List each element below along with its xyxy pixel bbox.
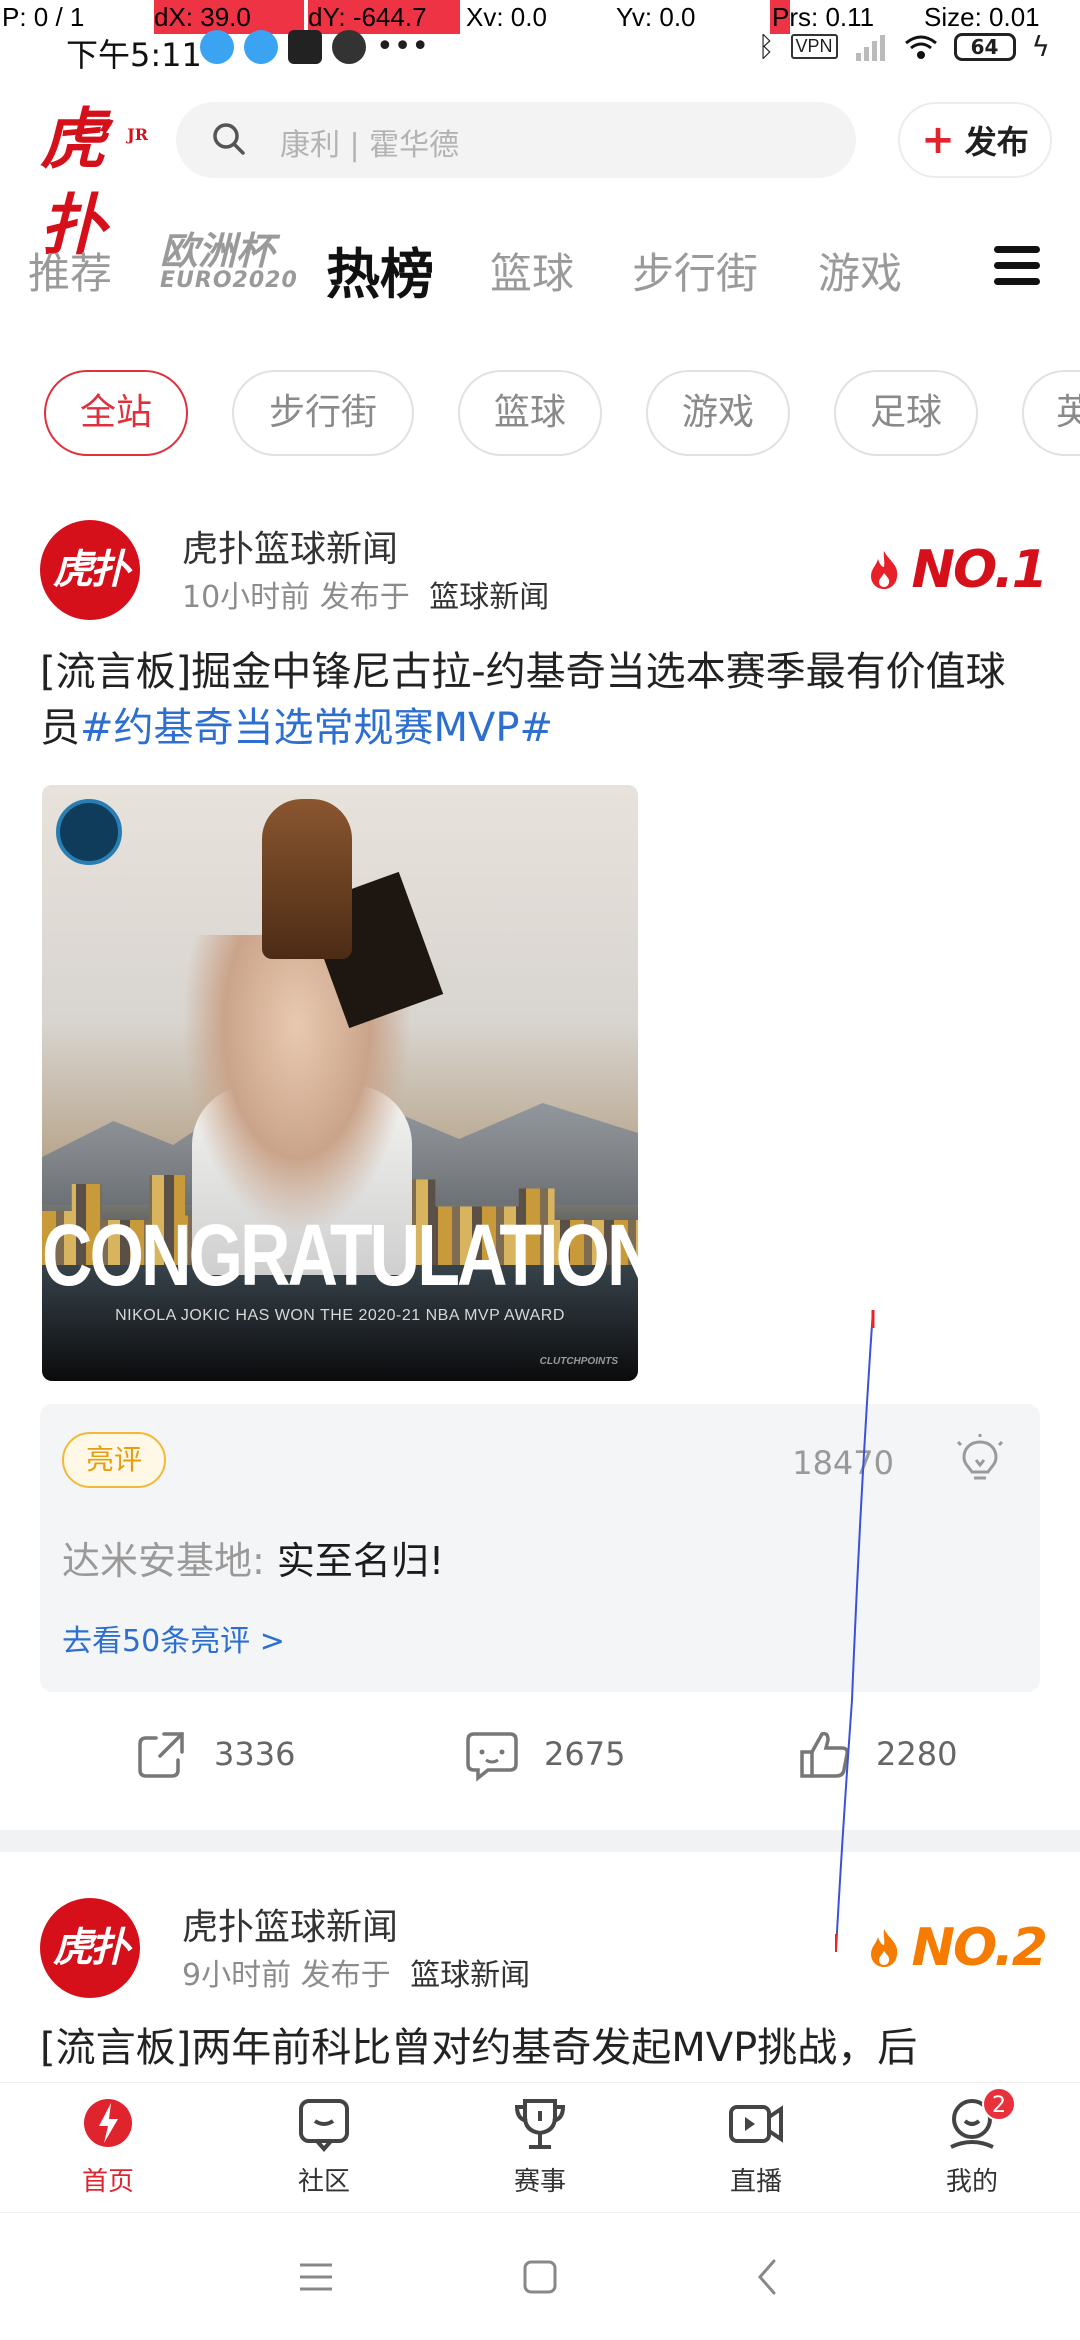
post-divider [0,1830,1080,1852]
system-nav-bar [0,2212,1080,2340]
live-video-icon [729,2105,783,2143]
image-headline: CONGRATULATIONS [42,1206,638,1304]
highlight-review[interactable]: 亮评 18470 达米安基地: 实至名归! 去看50条亮评 > [40,1404,1040,1692]
rank-badge: NO.1 [867,540,1048,600]
community-icon [299,2099,349,2153]
highlight-tag: 亮评 [62,1432,166,1488]
author-avatar[interactable]: 虎扑 [40,520,140,620]
back-icon[interactable] [748,2257,788,2297]
published-in: 发布于 [319,580,410,615]
comment-count: 2675 [544,1735,626,1773]
nav-community[interactable]: 社区 [254,2093,394,2198]
post-title[interactable]: [流言板]两年前科比曾对约基奇发起MVP挑战，后 [40,2020,1040,2082]
recent-apps-icon[interactable] [296,2257,336,2297]
trophy-shape [262,799,352,959]
notification-badge: 2 [982,2087,1016,2121]
home-square-icon[interactable] [520,2257,560,2297]
nav-home[interactable]: 首页 [38,2093,178,2198]
thumbs-up-icon [800,1731,849,1778]
share-icon [138,1732,184,1778]
image-subline: NIKOLA JOKIC HAS WON THE 2020-21 NBA MVP… [115,1307,565,1324]
rank-number: NO.2 [911,1918,1048,1978]
post-title[interactable]: [流言板]掘金中锋尼古拉-约基奇当选本赛季最有价值球员#约基奇当选常规赛MVP# [40,644,1040,756]
comment-icon [466,1732,518,1782]
rank-number: NO.1 [911,540,1048,600]
post-meta: 10小时前 发布于 篮球新闻 [182,572,549,616]
rank-badge: NO.2 [867,1918,1048,1978]
review-username[interactable]: 达米安基地: [62,1539,265,1583]
home-bolt-icon [84,2099,132,2147]
flame-icon [871,551,898,589]
published-in: 发布于 [300,1958,391,1993]
share-count: 3336 [214,1735,296,1773]
trophy-icon [514,2099,566,2149]
like-count: 2280 [876,1735,958,1773]
post-time: 10小时前 [182,580,311,615]
review-text: 达米安基地: 实至名归! [62,1530,444,1585]
post-image[interactable]: CONGRATULATIONS NIKOLA JOKIC HAS WON THE… [42,785,638,1381]
post-board[interactable]: 篮球新闻 [410,1958,530,1993]
view-more-reviews-link[interactable]: 去看50条亮评 > [62,1616,285,1660]
lightbulb-icon[interactable] [950,1432,1010,1492]
post-card[interactable]: 虎扑 虎扑篮球新闻 10小时前 发布于 篮球新闻 NO.1 [流言板]掘金中锋尼… [0,0,1080,1830]
post-time: 9小时前 [182,1958,292,1993]
comment-button[interactable]: 2675 [464,1726,625,1782]
author-avatar[interactable]: 虎扑 [40,1898,140,1998]
author-name[interactable]: 虎扑篮球新闻 [182,1898,398,1950]
post-actions: 3336 2675 2280 [0,1726,1080,1796]
bottom-nav: 首页 社区 赛事 直播 2 我的 [0,2082,1080,2212]
post-board[interactable]: 篮球新闻 [429,580,549,615]
post-meta: 9小时前 发布于 篮球新闻 [182,1950,530,1994]
image-watermark: CLUTCHPOINTS [539,1356,618,1367]
team-badge-icon [56,799,122,865]
review-content: 实至名归! [276,1539,445,1583]
share-button[interactable]: 3336 [134,1726,295,1782]
flame-icon [871,1929,898,1967]
nav-profile[interactable]: 2 我的 [902,2087,1042,2198]
nav-live[interactable]: 直播 [686,2093,826,2198]
author-name[interactable]: 虎扑篮球新闻 [182,520,398,572]
nav-matches[interactable]: 赛事 [470,2093,610,2198]
review-like-count: 18470 [792,1444,894,1482]
topic-hashtag[interactable]: #约基奇当选常规赛MVP# [80,705,553,751]
like-button[interactable]: 2280 [796,1726,957,1782]
